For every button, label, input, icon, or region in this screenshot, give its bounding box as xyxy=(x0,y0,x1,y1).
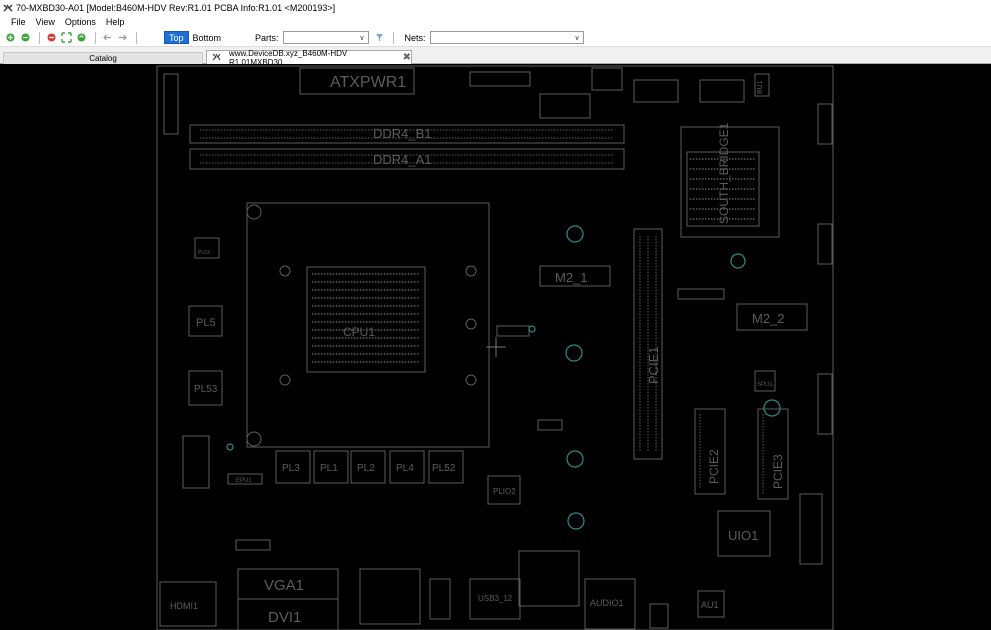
bottom-layer-button[interactable]: Bottom xyxy=(189,31,226,44)
label-usb3: USB3_12 xyxy=(478,594,513,603)
app-icon xyxy=(3,3,13,13)
pcb-drawing: ATXPWR1 DDR4_B1 DDR4_A1 M2_1 M2_2 PL5 PL… xyxy=(156,65,834,630)
toolbar-divider xyxy=(39,31,40,44)
close-icon[interactable]: ✖ xyxy=(403,52,411,63)
fit-board-icon[interactable] xyxy=(60,31,73,44)
nets-combo[interactable]: ∨ xyxy=(429,31,584,44)
label-dvi1: DVI1 xyxy=(268,609,301,626)
filter-icon[interactable] xyxy=(373,31,386,44)
label-pcie3: PCIE3 xyxy=(771,454,785,489)
nets-label: Nets: xyxy=(404,32,426,43)
label-ddr4-a1: DDR4_A1 xyxy=(373,152,432,167)
label-ddr4-b1: DDR4_B1 xyxy=(373,126,432,141)
label-epu1: EPU1 xyxy=(236,478,252,484)
label-spu1: SPU1 xyxy=(757,382,773,388)
forward-arrow-icon[interactable] xyxy=(116,31,129,44)
label-pl2: PL2 xyxy=(357,463,375,474)
chevron-down-icon: ∨ xyxy=(574,34,580,42)
label-m2-1: M2_1 xyxy=(555,270,588,285)
label-pl4: PL4 xyxy=(396,463,414,474)
label-hdmi1: HDMI1 xyxy=(170,601,198,611)
menu-options[interactable]: Options xyxy=(60,17,101,27)
label-pcie1: PCIE1 xyxy=(646,346,661,384)
label-pl1: PL1 xyxy=(320,463,338,474)
toolbar-divider xyxy=(136,31,137,44)
board-view[interactable]: ATXPWR1 DDR4_B1 DDR4_A1 M2_1 M2_2 PL5 PL… xyxy=(0,64,991,630)
label-bu1: BU1 xyxy=(757,80,764,94)
label-pl5: PL5 xyxy=(196,317,216,329)
tab-bar: Catalog www.DeviceDB.xyz_B460M-HDV R1.01… xyxy=(0,49,991,67)
tab-board[interactable]: www.DeviceDB.xyz_B460M-HDV R1.01MXBD30 ✖ xyxy=(206,49,412,67)
board-tab-icon xyxy=(212,53,221,63)
parts-combo[interactable]: ∨ xyxy=(282,31,369,44)
zoom-in-icon[interactable] xyxy=(4,31,17,44)
back-arrow-icon[interactable] xyxy=(101,31,114,44)
toolbar-divider xyxy=(392,31,394,44)
toolbar: Top Bottom Parts: ∨ Nets: ∨ xyxy=(0,29,991,47)
label-m2-2: M2_2 xyxy=(752,311,785,326)
tab-catalog[interactable]: Catalog xyxy=(3,52,203,64)
label-pl53: PL53 xyxy=(194,384,218,395)
menu-file[interactable]: File xyxy=(6,17,31,27)
label-south: SOUTH_BRIDGE1 xyxy=(717,122,731,224)
label-plio2: PLIO2 xyxy=(493,487,516,496)
label-au1: AU1 xyxy=(701,600,719,610)
menu-bar: File View Options Help xyxy=(0,15,991,29)
menu-help[interactable]: Help xyxy=(101,17,130,27)
top-layer-button[interactable]: Top xyxy=(164,31,189,44)
zoom-out-icon[interactable] xyxy=(19,31,32,44)
label-pl3: PL3 xyxy=(282,463,300,474)
zoom-area-icon[interactable] xyxy=(45,31,58,44)
label-pl5x: PL5X xyxy=(198,250,211,256)
label-pcie2: PCIE2 xyxy=(707,449,721,484)
window-title: 70-MXBD30-A01 [Model:B460M-HDV Rev:R1.01… xyxy=(16,2,336,13)
menu-view[interactable]: View xyxy=(31,17,60,27)
rotate-icon[interactable] xyxy=(75,31,88,44)
parts-label: Parts: xyxy=(255,32,279,43)
label-atxpwr: ATXPWR1 xyxy=(330,74,406,91)
title-bar: 70-MXBD30-A01 [Model:B460M-HDV Rev:R1.01… xyxy=(0,0,991,15)
label-pl52: PL52 xyxy=(432,463,456,474)
toolbar-divider xyxy=(95,31,96,44)
chevron-down-icon: ∨ xyxy=(359,34,365,42)
label-uio1: UIO1 xyxy=(728,528,758,543)
label-vga1: VGA1 xyxy=(264,577,304,594)
label-cpu: CPU1 xyxy=(343,325,375,339)
label-audio1: AUDIO1 xyxy=(590,598,624,608)
